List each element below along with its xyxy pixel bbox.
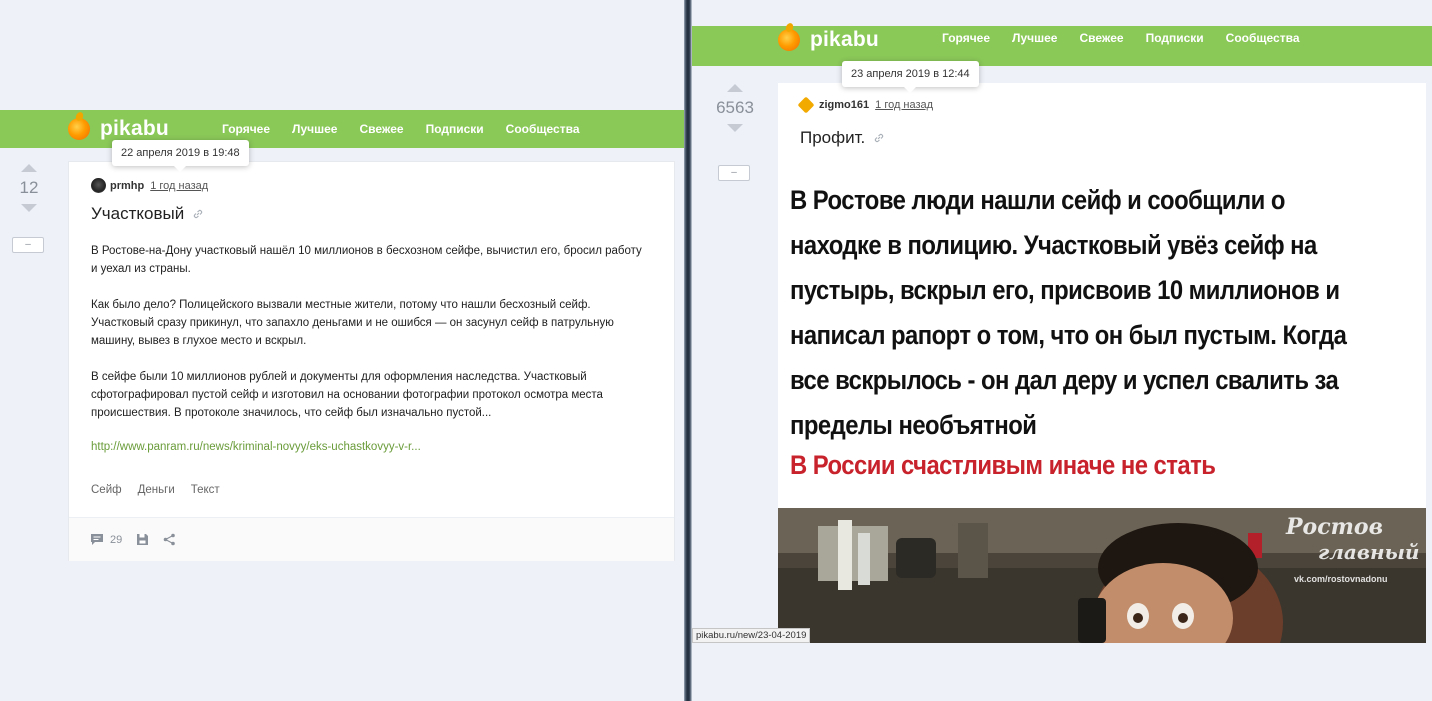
top-gap	[692, 0, 1432, 26]
author-name[interactable]: zigmo161	[819, 99, 869, 111]
image-caption-line: находке в полицию. Участковый увёз сейф …	[790, 230, 1317, 260]
comments-count: 29	[110, 533, 123, 546]
chain-link-icon[interactable]	[192, 208, 204, 220]
logo-text: pikabu	[810, 28, 879, 51]
image-caption-line: В Ростове люди нашли сейф и сообщили о	[790, 185, 1285, 215]
nav-links: Горячее Лучшее Свежее Подписки Сообществ…	[222, 122, 602, 136]
logo-text: pikabu	[100, 117, 169, 140]
status-bar-url: pikabu.ru/new/23-04-2019	[692, 628, 811, 643]
nav-fresh[interactable]: Свежее	[1079, 31, 1123, 45]
post-title-text: Профит.	[800, 128, 866, 147]
comments-button[interactable]: 29	[90, 533, 122, 546]
author-avatar[interactable]	[91, 178, 106, 193]
image-caption-line: пределы необъятной	[790, 410, 1037, 440]
post-title[interactable]: Участковый	[91, 204, 204, 224]
author-avatar[interactable]	[797, 96, 815, 114]
share-icon	[163, 533, 176, 546]
post-paragraph: В сейфе были 10 миллионов рублей и докум…	[91, 371, 603, 419]
pikabu-logo[interactable]: pikabu	[68, 117, 169, 141]
pikabu-logo[interactable]: pikabu	[778, 28, 879, 52]
post-author-line: prmhp 1 год назад	[91, 178, 208, 193]
nav-subscriptions[interactable]: Подписки	[1146, 31, 1204, 45]
tag-text[interactable]: Текст	[191, 484, 220, 496]
post-title-text: Участковый	[91, 204, 185, 223]
image-subtitle: В России счастливым иначе не стать	[790, 450, 1216, 480]
nav-best[interactable]: Лучшее	[292, 122, 337, 136]
tag-safe[interactable]: Сейф	[91, 484, 122, 496]
author-name[interactable]: prmhp	[110, 180, 144, 192]
nav-best[interactable]: Лучшее	[1012, 31, 1057, 45]
image-caption-text: В Ростове люди нашли сейф и сообщили о н…	[790, 178, 1347, 448]
nav-hot[interactable]: Горячее	[942, 31, 990, 45]
rating-value: 6563	[716, 98, 754, 117]
post-card: zigmo161 1 год назад Профит. В Ростове л…	[778, 83, 1426, 643]
collapse-button[interactable]: –	[12, 237, 44, 253]
post-tags: Сейф Деньги Текст	[91, 484, 220, 496]
rating-widget: 6563	[711, 84, 759, 132]
collapse-button[interactable]: –	[718, 165, 750, 181]
upvote-arrow-icon[interactable]	[21, 164, 37, 172]
downvote-arrow-icon[interactable]	[21, 204, 37, 212]
nav-communities[interactable]: Сообщества	[506, 122, 580, 136]
post-paragraph: Как было дело? Полицейского вызвали мест…	[91, 299, 614, 347]
header-nav-bar: pikabu Горячее Лучшее Свежее Подписки Со…	[692, 26, 1432, 66]
watermark-line1: Ростов	[1286, 514, 1384, 540]
post-card: prmhp 1 год назад Участковый В Ростове-н…	[68, 161, 675, 561]
nav-links: Горячее Лучшее Свежее Подписки Сообществ…	[942, 31, 1322, 45]
post-author-line: zigmo161 1 год назад	[797, 96, 933, 114]
upvote-arrow-icon[interactable]	[727, 84, 743, 92]
header-nav-bar: pikabu Горячее Лучшее Свежее Подписки Со…	[0, 110, 684, 148]
tag-money[interactable]: Деньги	[138, 484, 175, 496]
image-caption-line: все вскрылось - он дал деру и успел свал…	[790, 365, 1339, 395]
photo-still: Ростов главный vk.com/rostovnadonu	[778, 508, 1426, 643]
comment-icon	[91, 534, 103, 545]
post-title[interactable]: Профит.	[800, 128, 885, 148]
date-tooltip: 22 апреля 2019 в 19:48	[112, 140, 249, 172]
image-caption-line: пустырь, вскрыл его, присвоив 10 миллион…	[790, 275, 1340, 305]
right-browser-window: pikabu Горячее Лучшее Свежее Подписки Со…	[692, 0, 1432, 701]
post-body: В Ростове-на-Дону участковый нашёл 10 ми…	[91, 242, 651, 474]
image-caption-line: написал рапорт о том, что он был пустым.…	[790, 320, 1347, 350]
window-divider	[684, 0, 692, 701]
post-date-link[interactable]: 1 год назад	[150, 180, 208, 192]
save-button[interactable]	[136, 533, 149, 546]
date-tooltip: 23 апреля 2019 в 12:44	[842, 61, 979, 93]
downvote-arrow-icon[interactable]	[727, 124, 743, 132]
save-icon	[137, 534, 149, 545]
nav-fresh[interactable]: Свежее	[359, 122, 403, 136]
nav-hot[interactable]: Горячее	[222, 122, 270, 136]
rating-value: 12	[19, 178, 39, 197]
nav-communities[interactable]: Сообщества	[1226, 31, 1300, 45]
share-button[interactable]	[163, 533, 176, 546]
left-browser-window: pikabu Горячее Лучшее Свежее Подписки Со…	[0, 0, 684, 701]
post-image[interactable]: В Ростове люди нашли сейф и сообщили о н…	[778, 168, 1426, 643]
post-paragraph: В Ростове-на-Дону участковый нашёл 10 ми…	[91, 245, 642, 275]
nav-subscriptions[interactable]: Подписки	[426, 122, 484, 136]
pikabu-logo-icon	[68, 118, 90, 140]
watermark-line2: главный	[1318, 540, 1420, 564]
post-date-link[interactable]: 1 год назад	[875, 99, 933, 111]
post-footer: 29	[69, 517, 674, 561]
rating-widget: 12	[5, 164, 53, 212]
source-link[interactable]: http://www.panram.ru/news/kriminal-novyy…	[91, 441, 421, 453]
chain-link-icon[interactable]	[873, 132, 885, 144]
pikabu-logo-icon	[778, 29, 800, 51]
watermark-small: vk.com/rostovnadonu	[1294, 574, 1388, 584]
